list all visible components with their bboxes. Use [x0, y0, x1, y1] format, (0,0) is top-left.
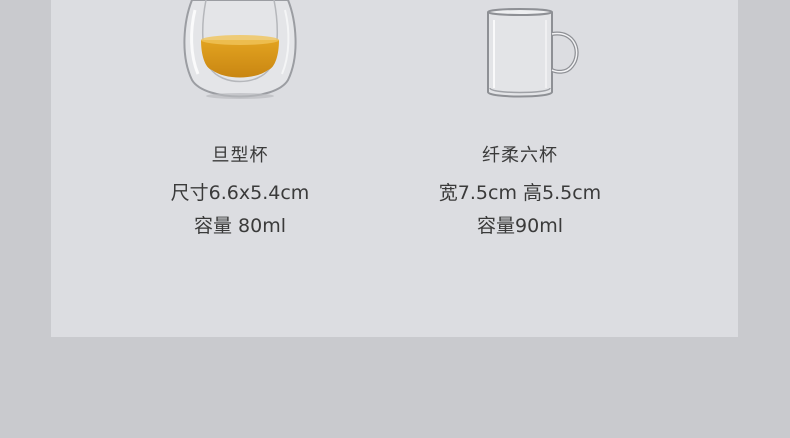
product-capacity: 容量 80ml	[193, 215, 286, 237]
product-name: 旦型杯	[211, 145, 269, 166]
glass-mug-image	[487, 8, 579, 98]
product-card-dan-cup: 旦型杯 尺寸6.6x5.4cm 容量 80ml	[140, 0, 340, 238]
product-card-slim-cup: 纤柔六杯 宽7.5cm 高5.5cm 容量90ml	[420, 0, 620, 238]
product-capacity: 容量90ml	[477, 215, 563, 237]
double-wall-cup-image	[183, 0, 297, 99]
product-name: 纤柔六杯	[482, 145, 558, 166]
product-size: 尺寸6.6x5.4cm	[170, 182, 310, 204]
product-size: 宽7.5cm 高5.5cm	[438, 182, 602, 204]
